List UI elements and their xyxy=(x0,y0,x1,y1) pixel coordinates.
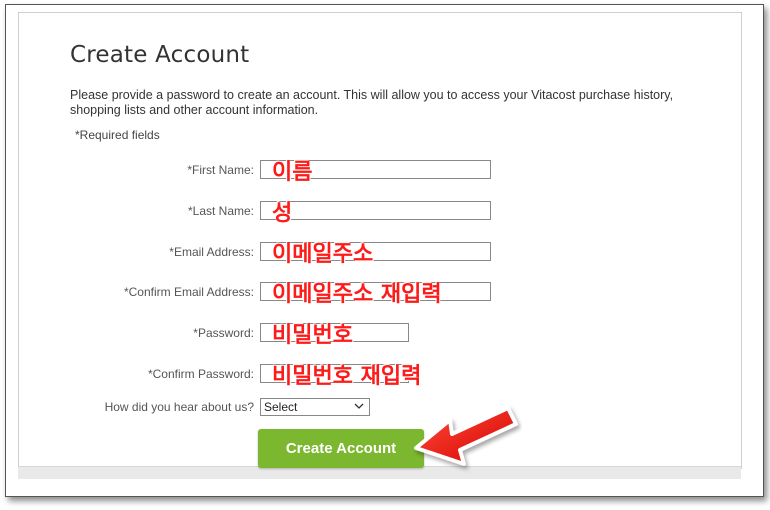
confirm-password-annotation: 비밀번호 재입력 xyxy=(272,364,422,389)
last-name-label: *Last Name: xyxy=(187,204,254,218)
create-account-button[interactable]: Create Account xyxy=(258,429,424,468)
last-name-input[interactable] xyxy=(260,201,491,220)
email-annotation: 이메일주소 xyxy=(272,242,374,267)
email-label: *Email Address: xyxy=(169,245,254,259)
first-name-label: *First Name: xyxy=(187,163,254,177)
first-name-annotation: 이름 xyxy=(272,160,313,185)
first-name-row: *First Name: xyxy=(0,160,770,180)
intro-text: Please provide a password to create an a… xyxy=(70,88,674,117)
required-fields-note: *Required fields xyxy=(75,128,160,142)
red-arrow-icon xyxy=(410,398,522,485)
confirm-email-annotation: 이메일주소 재입력 xyxy=(272,282,442,307)
hear-about-select[interactable]: Select xyxy=(260,398,370,416)
confirm-email-label: *Confirm Email Address: xyxy=(123,285,254,299)
hear-about-label: How did you hear about us? xyxy=(104,400,254,414)
chevron-down-icon xyxy=(353,400,365,415)
hear-about-selected: Select xyxy=(264,400,298,414)
password-row: *Password: xyxy=(0,323,770,343)
confirm-password-label: *Confirm Password: xyxy=(147,367,254,381)
page-title: Create Account xyxy=(70,42,250,68)
password-annotation: 비밀번호 xyxy=(272,323,353,348)
email-row: *Email Address: xyxy=(0,242,770,262)
password-label: *Password: xyxy=(193,326,254,340)
last-name-row: *Last Name: xyxy=(0,201,770,221)
last-name-annotation: 성 xyxy=(272,201,293,226)
